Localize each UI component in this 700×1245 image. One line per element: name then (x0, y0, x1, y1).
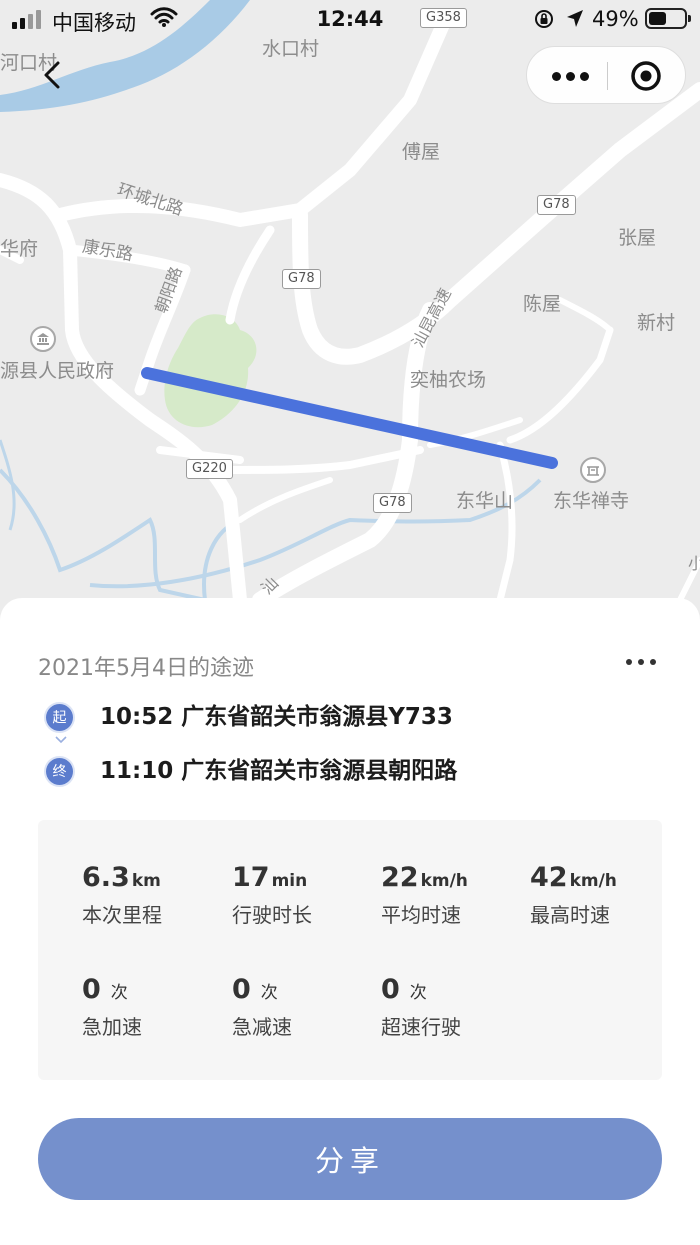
location-arrow-icon (567, 10, 583, 27)
route-start: 起 10:52 广东省韶关市翁源县Y733 (46, 702, 453, 732)
map-label: 华府 (0, 238, 39, 260)
stat-value: 0 (232, 974, 251, 1005)
road-badge: G78 (282, 269, 321, 290)
map-label: 水口村 (262, 38, 320, 60)
government-icon (30, 326, 56, 352)
stat-label: 本次里程 (82, 903, 162, 927)
stat-duration: 17 min 行驶时长 (232, 862, 372, 928)
road-badge: G78 (373, 493, 412, 514)
stat-speeding: 0次 超速行驶 (381, 974, 521, 1040)
more-options-button[interactable] (545, 63, 595, 89)
map-label: 张屋 (618, 227, 657, 249)
rotation-lock-icon (535, 10, 553, 28)
end-badge: 终 (46, 757, 73, 785)
stat-label: 行驶时长 (232, 903, 312, 927)
stat-hard-accel: 0次 急加速 (82, 974, 222, 1040)
stat-label: 急加速 (82, 1015, 142, 1039)
map-label: 新村 (637, 312, 676, 334)
map-label: 小 (688, 554, 700, 573)
stat-unit: 次 (260, 983, 278, 1003)
start-location: 10:52 广东省韶关市翁源县Y733 (100, 704, 453, 730)
stat-unit: km (131, 871, 161, 891)
stat-hard-brake: 0次 急减速 (232, 974, 372, 1040)
stat-label: 最高时速 (530, 903, 610, 927)
stat-unit: km/h (420, 871, 468, 891)
stat-value: 6.3 (82, 862, 130, 893)
stat-label: 平均时速 (381, 903, 461, 927)
trip-stats-panel: 6.3 km 本次里程 17 min 行驶时长 22 km/h 平均时速 42 km/h… (38, 820, 662, 1080)
stat-value: 42 (530, 862, 568, 893)
battery-percent: 49% (592, 7, 639, 31)
route-end: 终 11:10 广东省韶关市翁源县朝阳路 (46, 756, 457, 786)
stat-unit: min (271, 871, 308, 891)
road-badge: G220 (186, 459, 233, 480)
stat-avg-speed: 22 km/h 平均时速 (381, 862, 521, 928)
stat-value: 0 (381, 974, 400, 1005)
road-badge: G78 (537, 195, 576, 216)
stat-unit: 次 (409, 983, 427, 1003)
battery-icon (645, 8, 691, 29)
map-label: 东华禅寺 (553, 490, 630, 512)
stat-label: 超速行驶 (381, 1015, 461, 1039)
trip-title: 2021年5月4日的途迹 (38, 656, 254, 681)
close-miniprogram-icon[interactable] (629, 59, 663, 93)
mini-program-capsule (526, 46, 686, 104)
map-label: 源县人民政府 (0, 360, 115, 382)
temple-icon (580, 457, 606, 483)
stat-value: 17 (232, 862, 270, 893)
stat-max-speed: 42 km/h 最高时速 (530, 862, 670, 928)
stat-unit: km/h (569, 871, 617, 891)
stat-distance: 6.3 km 本次里程 (82, 862, 222, 928)
start-badge: 起 (46, 703, 73, 731)
stat-unit: 次 (110, 983, 128, 1003)
map-label: 奕柚农场 (410, 369, 487, 391)
back-arrow-icon[interactable] (38, 60, 68, 90)
stat-label: 急减速 (232, 1015, 292, 1039)
stat-value: 0 (82, 974, 101, 1005)
chevron-down-icon (55, 736, 67, 744)
end-location: 11:10 广东省韶关市翁源县朝阳路 (100, 758, 458, 784)
trip-detail-sheet: 2021年5月4日的途迹 起 10:52 广东省韶关市翁源县Y733 终 11:… (0, 598, 700, 1245)
status-bar: 中国移动 12:44 49% (0, 0, 700, 38)
map-label: 傅屋 (402, 141, 441, 163)
trip-more-button[interactable] (626, 654, 666, 670)
map-view[interactable]: 河口村 水口村 傅屋 环城北路 康乐路 朝阳路 华府 张屋 陈屋 新村 源县人民… (0, 0, 700, 640)
capsule-divider (607, 62, 608, 90)
stat-value: 22 (381, 862, 419, 893)
map-label: 陈屋 (523, 293, 562, 315)
share-button[interactable]: 分享 (38, 1118, 662, 1200)
map-label: 东华山 (456, 490, 514, 512)
